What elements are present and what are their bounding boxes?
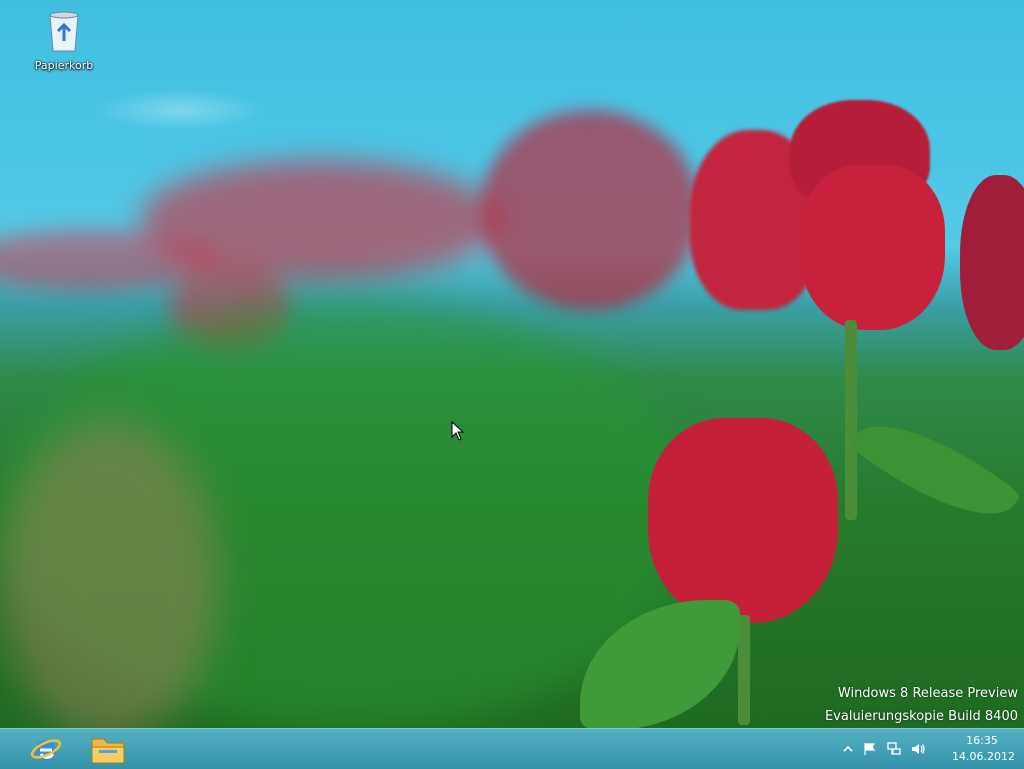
taskbar-internet-explorer-button[interactable]	[24, 731, 68, 767]
recycle-bin-icon	[49, 11, 79, 52]
taskbar-clock[interactable]: 16:35 14.06.2012	[952, 733, 1015, 765]
desktop-icon-label: Papierkorb	[34, 59, 94, 72]
show-hidden-icons-chevron-icon[interactable]	[840, 741, 856, 757]
clock-date: 14.06.2012	[952, 750, 1015, 763]
action-center-flag-icon[interactable]	[862, 741, 878, 757]
mouse-cursor-icon	[451, 421, 465, 441]
taskbar-file-explorer-button[interactable]	[86, 731, 130, 767]
watermark-build: Evaluierungskopie Build 8400	[824, 709, 1018, 724]
volume-icon[interactable]	[910, 741, 926, 757]
file-explorer-icon	[91, 738, 125, 764]
clock-time: 16:35	[966, 734, 998, 747]
network-icon[interactable]	[886, 741, 902, 757]
taskbar: 16:35 14.06.2012	[0, 728, 1024, 769]
internet-explorer-icon	[30, 739, 62, 760]
desktop-icon-recycle-bin[interactable]: Papierkorb	[29, 8, 99, 76]
desktop-background[interactable]: Papierkorb Windows 8 Release Preview Eva…	[0, 0, 1024, 728]
watermark-edition: Windows 8 Release Preview	[837, 686, 1018, 701]
